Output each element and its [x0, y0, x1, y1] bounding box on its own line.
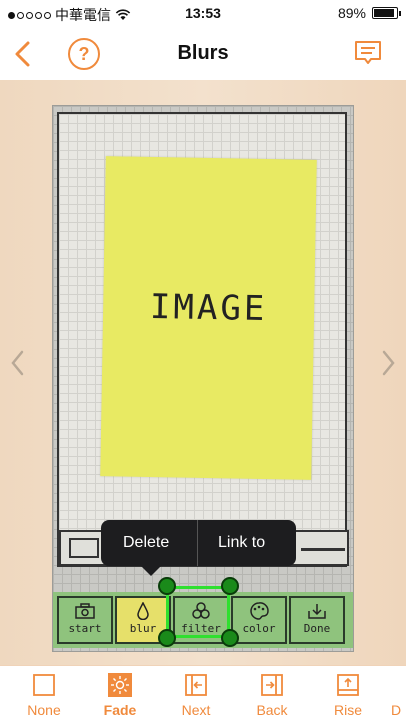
empty-square-icon [33, 674, 55, 696]
tab-none[interactable]: None [11, 666, 77, 722]
palette-icon [250, 602, 269, 620]
tool-label: start [68, 622, 102, 635]
tool-start: start [57, 596, 113, 644]
prototype-photo[interactable]: IMAGE start blur filter color Done [52, 105, 354, 652]
slide-up-icon [337, 674, 359, 696]
battery-icon [372, 7, 401, 19]
tool-color: color [231, 596, 287, 644]
page-title: Blurs [177, 42, 229, 64]
download-tray-icon [308, 604, 326, 619]
navigation-bar: ? Blurs [0, 28, 406, 80]
tab-label: Rise [333, 702, 362, 718]
resize-handle-top-right[interactable] [221, 577, 239, 595]
droplet-icon [137, 602, 149, 620]
slider-knob [69, 538, 99, 558]
tab-next[interactable]: Next [163, 666, 229, 722]
status-right: 89% [337, 5, 401, 21]
tab-label: D [391, 702, 402, 718]
tab-rise[interactable]: Rise [315, 666, 381, 722]
tab-label: None [27, 702, 61, 718]
resize-handle-bottom-right[interactable] [221, 629, 239, 647]
tool-done: Done [289, 596, 345, 644]
battery-percent: 89% [337, 5, 366, 21]
tab-label: Back [256, 702, 288, 718]
tab-partial[interactable]: D [391, 666, 406, 722]
tab-back[interactable]: Back [239, 666, 305, 722]
next-chevron-icon[interactable] [378, 348, 398, 378]
resize-handle-bottom-left[interactable] [158, 629, 176, 647]
sticky-note-text: IMAGE [149, 286, 268, 330]
tab-fade[interactable]: Fade [87, 666, 153, 722]
camera-icon [75, 603, 95, 619]
sun-icon [108, 673, 132, 697]
canvas-stage: IMAGE start blur filter color Done [0, 80, 406, 665]
context-menu: Delete Link to [101, 520, 296, 576]
status-bar: 中華電信 13:53 89% [0, 0, 406, 28]
previous-chevron-icon[interactable] [8, 348, 28, 378]
hotspot-selection[interactable] [166, 586, 230, 638]
tool-label: Done [303, 622, 331, 635]
resize-handle-top-left[interactable] [158, 577, 176, 595]
slider-line [301, 548, 345, 551]
delete-menu-item[interactable]: Delete [123, 534, 169, 552]
transition-tab-bar: None Fade Next Back Rise D [0, 665, 406, 722]
tab-label: Next [181, 702, 211, 718]
link-to-menu-item[interactable]: Link to [218, 534, 265, 552]
tab-label: Fade [103, 702, 137, 718]
menu-pointer [141, 566, 161, 576]
slide-right-icon [261, 674, 283, 696]
slide-left-icon [185, 674, 207, 696]
paper-sketch: IMAGE [57, 112, 347, 567]
menu-divider [197, 520, 198, 566]
comment-icon[interactable] [354, 40, 382, 66]
tool-label: color [242, 622, 276, 635]
sticky-note: IMAGE [100, 156, 317, 480]
